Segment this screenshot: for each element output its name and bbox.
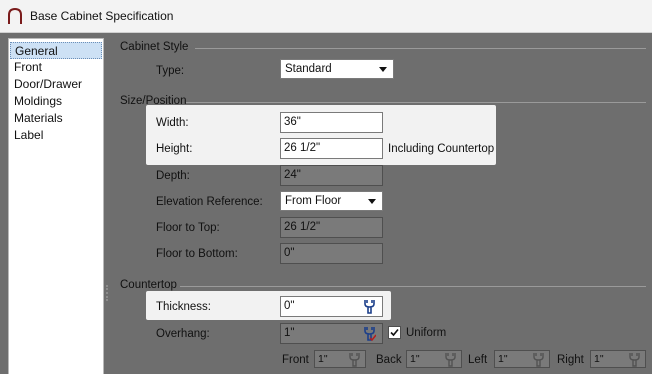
section-divider (180, 286, 646, 287)
general-panel: Cabinet Style Type: Standard Size/Positi… (104, 33, 652, 374)
section-divider (195, 48, 646, 49)
floor-to-top-label: Floor to Top: (156, 222, 220, 234)
elevation-reference-value: From Floor (285, 195, 342, 207)
sidebar-item-moldings[interactable]: Moldings (10, 93, 102, 110)
width-input[interactable]: 36" (280, 112, 383, 133)
floor-to-bottom-input: 0" (280, 243, 383, 264)
sidebar-item-materials[interactable]: Materials (10, 110, 102, 127)
back-label: Back (376, 354, 402, 366)
depth-input: 24" (280, 165, 383, 186)
sidebar-item-door-drawer[interactable]: Door/Drawer (10, 76, 102, 93)
thickness-label: Thickness: (156, 301, 211, 313)
overhang-label: Overhang: (156, 328, 210, 340)
depth-label: Depth: (156, 170, 190, 182)
back-value: 1" (410, 353, 420, 365)
height-input[interactable]: 26 1/2" (280, 138, 383, 159)
thickness-input[interactable]: 0" (280, 296, 383, 317)
left-label: Left (468, 354, 488, 366)
countertop-heading: Countertop (120, 279, 177, 291)
height-label: Height: (156, 143, 193, 155)
overhang-value: 1" (284, 327, 295, 339)
front-value: 1" (318, 353, 328, 365)
cabinet-type-dropdown[interactable]: Standard (280, 59, 394, 79)
category-sidebar: General Front Door/Drawer Moldings Mater… (8, 38, 104, 374)
section-divider (186, 102, 646, 103)
elevation-reference-label: Elevation Reference: (156, 196, 263, 208)
uniform-label: Uniform (406, 327, 447, 339)
height-note: Including Countertop (388, 143, 495, 155)
front-label: Front (282, 354, 309, 366)
chevron-down-icon (379, 67, 387, 72)
checkmark-icon (390, 328, 399, 337)
uniform-checkbox[interactable] (388, 326, 401, 339)
wrench-icon (629, 353, 640, 367)
left-input: 1" (494, 350, 550, 368)
resize-grip (106, 285, 108, 301)
front-input: 1" (314, 350, 366, 368)
sidebar-item-front[interactable]: Front (10, 59, 102, 76)
chevron-down-icon (368, 199, 376, 204)
overhang-input: 1" (280, 323, 383, 344)
width-label: Width: (156, 117, 189, 129)
floor-to-top-input: 26 1/2" (280, 217, 383, 238)
left-value: 1" (498, 353, 508, 365)
sidebar-item-general[interactable]: General (10, 42, 102, 59)
cabinet-style-heading: Cabinet Style (120, 41, 189, 53)
window-title: Base Cabinet Specification (30, 9, 174, 23)
dialog-window: Base Cabinet Specification General Front… (0, 0, 652, 374)
right-input: 1" (590, 350, 646, 368)
elevation-reference-dropdown[interactable]: From Floor (280, 191, 383, 211)
cabinet-type-value: Standard (285, 63, 332, 75)
wrench-default-icon[interactable] (363, 299, 376, 314)
app-logo-icon (8, 7, 22, 24)
floor-to-bottom-label: Floor to Bottom: (156, 248, 238, 260)
wrench-icon (349, 353, 360, 367)
right-label: Right (557, 354, 584, 366)
wrench-override-icon[interactable] (363, 326, 376, 341)
back-input: 1" (406, 350, 462, 368)
sidebar-item-label[interactable]: Label (10, 127, 102, 144)
title-bar: Base Cabinet Specification (0, 0, 652, 33)
wrench-icon (445, 353, 456, 367)
type-label: Type: (156, 65, 185, 77)
thickness-value: 0" (284, 300, 295, 312)
right-value: 1" (594, 353, 604, 365)
wrench-icon (533, 353, 544, 367)
